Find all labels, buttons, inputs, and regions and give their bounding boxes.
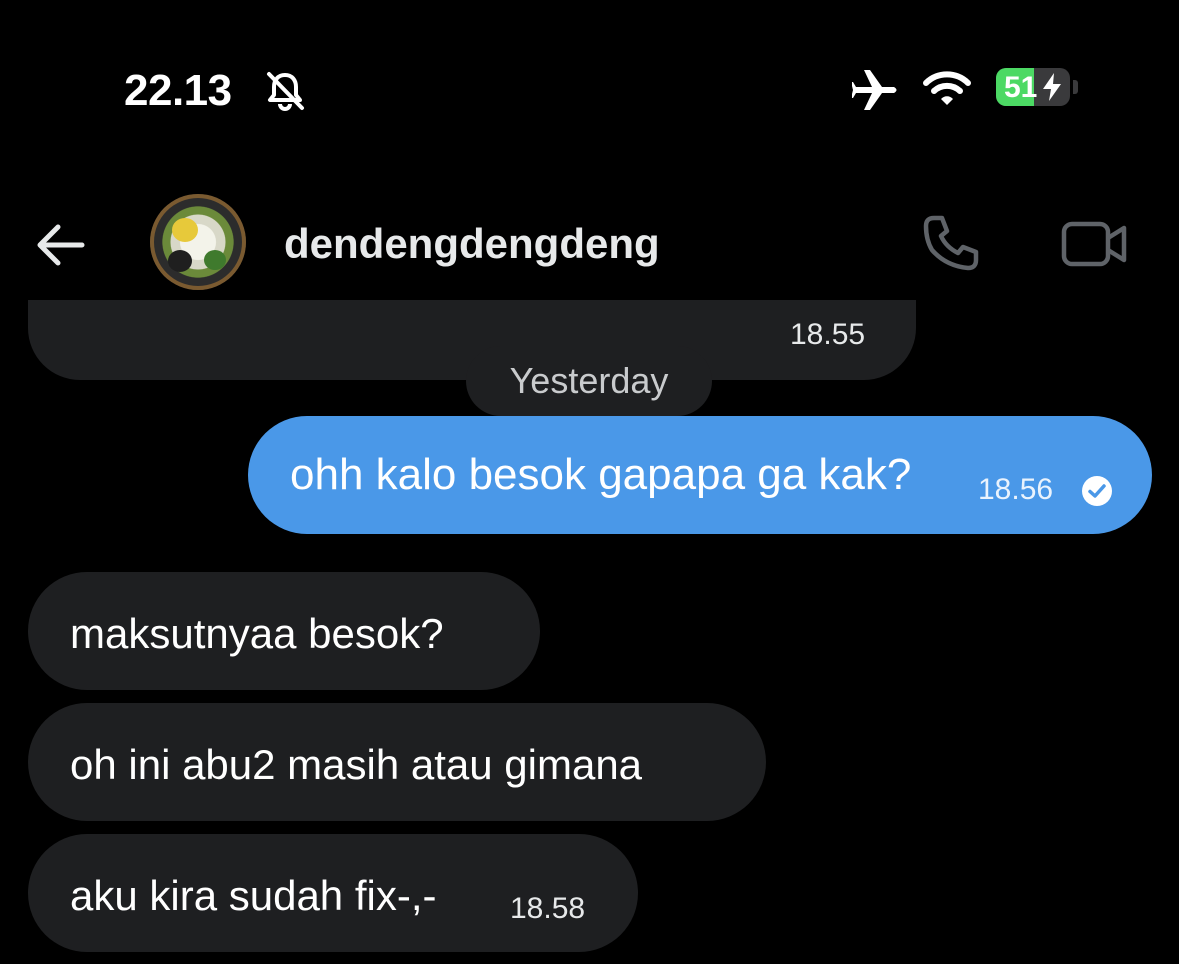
- day-separator-label: Yesterday: [509, 360, 669, 401]
- airplane-icon: [852, 70, 897, 110]
- avatar[interactable]: [150, 194, 246, 290]
- bell-muted-icon: [267, 72, 304, 111]
- message-text: maksutnyaa besok?: [70, 610, 444, 657]
- message-timestamp: 18.55: [790, 318, 866, 351]
- chat-username[interactable]: dendengdengdeng: [284, 220, 660, 268]
- message-text: ohh kalo besok gapapa ga kak?: [290, 450, 912, 499]
- day-separator: Yesterday: [466, 346, 712, 416]
- message-text: aku kira sudah fix-,-: [70, 872, 437, 919]
- message-timestamp: 18.56: [978, 473, 1054, 506]
- charging-bolt-icon: [1043, 73, 1061, 101]
- battery-tip: [1073, 80, 1078, 94]
- battery-level: 51: [1004, 71, 1038, 104]
- message-text: oh ini abu2 masih atau gimana: [70, 741, 643, 788]
- status-time: 22.13: [124, 66, 232, 115]
- battery-indicator: 51: [996, 68, 1080, 108]
- video-camera-icon[interactable]: [1060, 218, 1130, 270]
- phone-icon[interactable]: [920, 212, 982, 274]
- back-arrow-icon[interactable]: [32, 222, 88, 268]
- read-check-icon: [1082, 476, 1112, 506]
- wifi-icon: [923, 71, 971, 105]
- message-timestamp: 18.58: [510, 892, 586, 925]
